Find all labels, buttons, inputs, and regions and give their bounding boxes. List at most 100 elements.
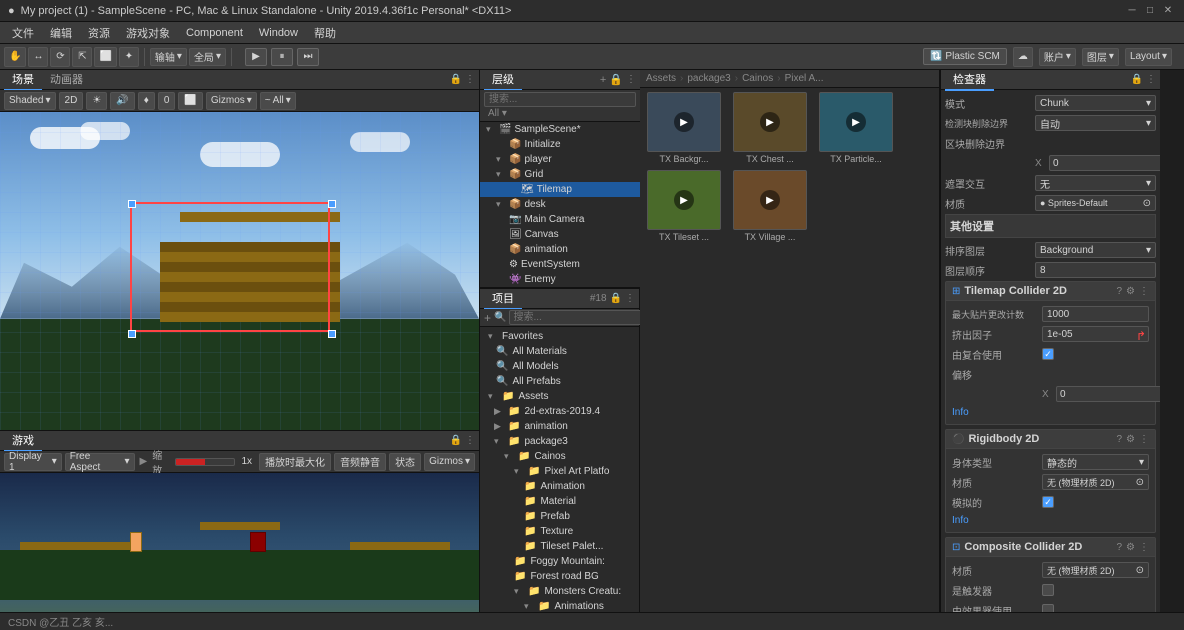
project-package3[interactable]: ▾ 📁 package3 — [482, 434, 637, 449]
settings-icon[interactable]: ⚙ — [1126, 286, 1135, 297]
maximize-button[interactable]: 播放时最大化 — [259, 453, 331, 471]
account-dropdown[interactable]: 账户 ▾ — [1039, 48, 1076, 66]
project-all-prefabs[interactable]: 🔍 All Prefabs — [482, 374, 637, 389]
tool-rect[interactable]: ⬜ — [94, 47, 116, 67]
audio-button[interactable]: 🔊 — [110, 92, 134, 110]
tool-rotate[interactable]: ⟳ — [50, 47, 70, 67]
game-gizmos-dropdown[interactable]: Gizmos ▾ — [424, 453, 475, 471]
all-dropdown[interactable]: All ▾ — [488, 108, 507, 119]
hierarchy-item-eventsystem[interactable]: ⚙ EventSystem — [480, 257, 640, 272]
maximize-button[interactable]: □ — [1142, 3, 1158, 19]
tool-scale[interactable]: ⇱ — [72, 47, 92, 67]
project-2dextras[interactable]: ▶ 📁 2d-extras-2019.4 — [482, 404, 637, 419]
zoom-slider[interactable] — [175, 458, 234, 466]
layout-dropdown[interactable]: Layout ▾ — [1125, 48, 1172, 66]
interact-dropdown[interactable]: 无 ▾ — [1035, 175, 1156, 191]
mode-dropdown[interactable]: Chunk ▾ — [1035, 95, 1156, 111]
display-dropdown[interactable]: Display 1 ▾ — [4, 453, 62, 471]
more-icon[interactable]: ⋮ — [1146, 74, 1156, 85]
rb-material-val[interactable]: 无 (物理材质 2D) ⊙ — [1042, 474, 1149, 490]
project-search-input[interactable] — [509, 310, 649, 325]
breadcrumb-pixel[interactable]: Pixel A... — [785, 73, 824, 84]
menu-component[interactable]: Component — [178, 25, 251, 41]
tab-project[interactable]: 项目 — [484, 288, 522, 310]
tilemap-collider-header[interactable]: ⊞ Tilemap Collider 2D ? ⚙ ⋮ — [946, 282, 1155, 301]
settings-icon[interactable]: ⚙ — [1126, 434, 1135, 445]
step-button[interactable]: ⏭ — [297, 48, 319, 66]
close-button[interactable]: ✕ — [1160, 3, 1176, 19]
handle-br[interactable] — [328, 330, 336, 338]
question-icon[interactable]: ? — [1116, 434, 1122, 445]
project-pixel-art[interactable]: ▾ 📁 Pixel Art Platfo — [482, 464, 637, 479]
other-settings-header[interactable]: 其他设置 — [945, 214, 1156, 238]
hierarchy-item-canvas[interactable]: 🖼 Canvas — [480, 227, 640, 242]
scene-canvas[interactable] — [0, 112, 479, 430]
lock-icon[interactable]: 🔒 — [450, 435, 462, 446]
project-foggy-mountain[interactable]: 📁 Foggy Mountain: — [482, 554, 637, 569]
thumb-item-5[interactable]: ▶ TX Village ... — [730, 170, 810, 242]
composite-checkbox[interactable]: ✓ — [1042, 348, 1054, 360]
more-icon[interactable]: ⋮ — [626, 74, 636, 85]
minimize-button[interactable]: ─ — [1124, 3, 1140, 19]
more-icon[interactable]: ⋮ — [465, 435, 475, 446]
hierarchy-item-player[interactable]: ▾ 📦 player — [480, 152, 640, 167]
project-tileset-folder[interactable]: 📁 Tileset Palet... — [482, 539, 637, 554]
hierarchy-item-maincam[interactable]: 📷 Main Camera — [480, 212, 640, 227]
add-icon[interactable]: + — [600, 74, 606, 86]
cloud-button[interactable]: ☁ — [1013, 47, 1033, 67]
menu-gameobject[interactable]: 游戏对象 — [118, 23, 178, 43]
rb-info-label[interactable]: Info — [952, 513, 1149, 528]
lock-icon[interactable]: 🔒 — [450, 74, 462, 85]
project-texture-folder[interactable]: 📁 Texture — [482, 524, 637, 539]
project-all-models[interactable]: 🔍 All Models — [482, 359, 637, 374]
play-button[interactable]: ▶ — [245, 48, 267, 66]
all-dropdown[interactable]: ~ All ▾ — [260, 92, 296, 110]
project-forest-road[interactable]: 📁 Forest road BG — [482, 569, 637, 584]
project-material-folder[interactable]: 📁 Material — [482, 494, 637, 509]
breadcrumb-package3[interactable]: package3 — [687, 73, 730, 84]
sort-layer-dropdown[interactable]: Background ▾ — [1035, 242, 1156, 258]
question-icon[interactable]: ? — [1116, 542, 1122, 553]
hierarchy-item-samplescene[interactable]: ▾ 🎬 SampleScene* — [480, 122, 640, 137]
handle-bl[interactable] — [128, 330, 136, 338]
more-icon[interactable]: ⋮ — [1139, 286, 1149, 297]
2d-button[interactable]: 2D — [59, 92, 84, 110]
layers-dropdown[interactable]: 图层 ▾ — [1082, 48, 1119, 66]
more-icon[interactable]: ⋮ — [465, 74, 475, 85]
lock-icon[interactable]: 🔒 — [1131, 74, 1143, 85]
gizmos-dropdown[interactable]: Gizmos ▾ — [206, 92, 257, 110]
tool-transform[interactable]: ✦ — [119, 47, 139, 67]
lock-icon[interactable]: 🔒 — [610, 293, 622, 304]
detect-dropdown[interactable]: 自动 ▾ — [1035, 115, 1156, 131]
more-icon[interactable]: ⋮ — [1139, 434, 1149, 445]
mute-button[interactable]: 音频静音 — [334, 453, 386, 471]
shading-dropdown[interactable]: Shaded ▾ — [4, 92, 56, 110]
stats-button[interactable]: 状态 — [389, 453, 421, 471]
input-axis-dropdown[interactable]: 输轴 ▾ — [150, 48, 187, 66]
menu-help[interactable]: 帮助 — [306, 23, 344, 43]
add-button[interactable]: + — [484, 311, 491, 325]
project-monsters[interactable]: ▾ 📁 Monsters Creatu: — [482, 584, 637, 599]
handle-tr[interactable] — [328, 200, 336, 208]
menu-window[interactable]: Window — [251, 25, 306, 41]
tool-hand[interactable]: ✋ — [4, 47, 26, 67]
hierarchy-search-input[interactable] — [484, 92, 636, 107]
material-dropdown[interactable]: ● Sprites-Default ⊙ — [1035, 195, 1156, 211]
fx-button[interactable]: ♦ — [138, 92, 155, 110]
project-all-materials[interactable]: 🔍 All Materials — [482, 344, 637, 359]
simulated-checkbox[interactable]: ✓ — [1042, 496, 1054, 508]
menu-edit[interactable]: 编辑 — [42, 23, 80, 43]
lock-icon[interactable]: 🔒 — [609, 73, 623, 86]
light-button[interactable]: ☀ — [86, 92, 107, 110]
tab-game[interactable]: 游戏 — [4, 430, 42, 452]
rect-button[interactable]: ⬜ — [178, 92, 202, 110]
tab-scene[interactable]: 场景 — [4, 70, 42, 91]
hierarchy-item-initialize[interactable]: 📦 Initialize — [480, 137, 640, 152]
pause-button[interactable]: ⏸ — [271, 48, 293, 66]
handle-tl[interactable] — [128, 200, 136, 208]
hierarchy-item-grid[interactable]: ▾ 📦 Grid — [480, 167, 640, 182]
tab-inspector[interactable]: 检查器 — [945, 70, 994, 91]
tab-animator[interactable]: 动画器 — [42, 70, 91, 91]
project-favorites[interactable]: ▾ Favorites — [482, 329, 637, 344]
x-input[interactable] — [1049, 155, 1160, 171]
